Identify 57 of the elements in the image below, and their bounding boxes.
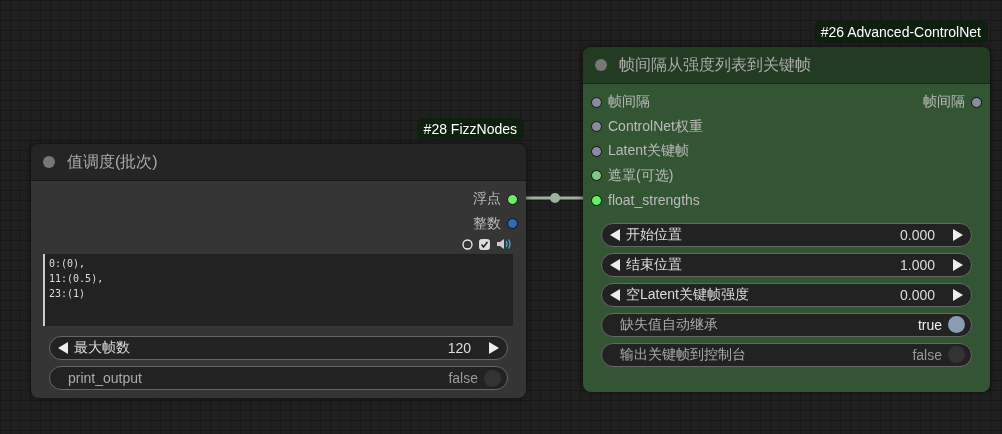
- widget-label: 缺失值自动继承: [619, 315, 719, 334]
- decrement-button[interactable]: [608, 287, 622, 302]
- number-widget[interactable]: 开始位置 0.000: [601, 222, 972, 247]
- text-field[interactable]: 0:(0), 11:(0.5), 23:(1): [43, 254, 513, 326]
- input-label: float_strengths: [608, 192, 700, 209]
- number-widget[interactable]: 结束位置 1.000: [601, 252, 972, 277]
- widget-value: false: [912, 346, 942, 363]
- widget-label: 输出关键帧到控制台: [619, 345, 747, 364]
- widget-value: true: [917, 316, 942, 333]
- decrement-button[interactable]: [608, 257, 622, 272]
- input-label: Latent关键帧: [608, 142, 689, 161]
- increment-button[interactable]: [951, 287, 965, 302]
- circle-icon[interactable]: [462, 238, 473, 250]
- output-socket-icon[interactable]: [507, 193, 518, 205]
- toggle-widget[interactable]: 缺失值自动继承 true: [601, 312, 972, 337]
- widget-label: 空Latent关键帧强度: [626, 285, 750, 304]
- checkbox-icon[interactable]: [479, 238, 490, 250]
- widget-value: false: [448, 370, 478, 386]
- input-label: 帧间隔: [608, 93, 650, 112]
- node-badge: #26 Advanced-ControlNet: [813, 21, 988, 43]
- decrement-button[interactable]: [608, 227, 622, 242]
- node-title: 帧间隔从强度列表到关键帧: [619, 54, 811, 75]
- widget-value: 0.000: [899, 226, 935, 243]
- node-badge: #28 FizzNodes: [416, 118, 524, 140]
- collapse-dot-icon[interactable]: [595, 59, 607, 71]
- increment-button[interactable]: [951, 227, 965, 242]
- toggle-knob[interactable]: [484, 369, 501, 387]
- number-widget[interactable]: 空Latent关键帧强度 0.000: [601, 282, 972, 307]
- toggle-widget[interactable]: print_output false: [49, 366, 508, 390]
- widget-label: 结束位置: [626, 255, 683, 274]
- toggle-widget[interactable]: 输出关键帧到控制台 false: [601, 342, 972, 367]
- input-label: 遮罩(可选): [608, 166, 674, 185]
- widget-label: 最大帧数: [74, 339, 131, 357]
- input-socket-icon[interactable]: [591, 145, 602, 157]
- toggle-knob[interactable]: [948, 316, 965, 333]
- input-socket-icon[interactable]: [591, 170, 602, 182]
- output-socket-icon[interactable]: [971, 96, 982, 108]
- number-widget[interactable]: 最大帧数 120: [49, 336, 508, 360]
- output-label: 整数: [473, 214, 501, 233]
- widget-label: print_output: [67, 370, 143, 386]
- input-label: ControlNet权重: [608, 117, 703, 136]
- input-socket-icon[interactable]: [591, 96, 602, 108]
- increment-button[interactable]: [487, 341, 501, 355]
- input-socket-icon[interactable]: [591, 121, 602, 133]
- toggle-knob[interactable]: [948, 346, 965, 363]
- widget-value: 0.000: [899, 286, 935, 303]
- widget-label: 开始位置: [626, 225, 683, 244]
- speaker-icon[interactable]: [496, 238, 512, 250]
- widget-value: 1.000: [899, 256, 935, 273]
- increment-button[interactable]: [951, 257, 965, 272]
- widget-value: 120: [447, 340, 471, 356]
- input-socket-icon[interactable]: [591, 194, 602, 206]
- node-title: 值调度(批次): [67, 151, 158, 172]
- output-label: 帧间隔: [923, 93, 965, 112]
- decrement-button[interactable]: [56, 341, 70, 355]
- output-label: 浮点: [473, 190, 501, 209]
- collapse-dot-icon[interactable]: [43, 156, 55, 168]
